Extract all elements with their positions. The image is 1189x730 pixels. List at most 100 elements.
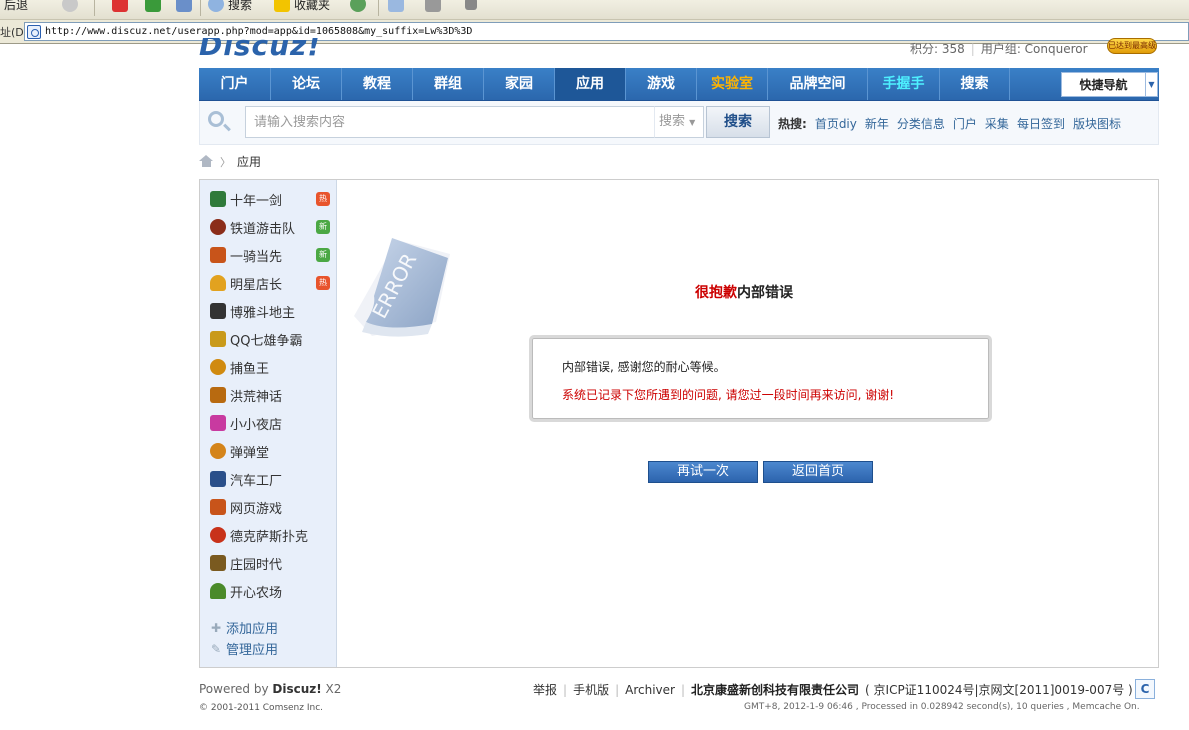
- error-title-apology: 很抱歉: [695, 285, 737, 301]
- history-icon: [350, 0, 366, 12]
- nav-item-tutorial[interactable]: 教程: [342, 68, 413, 100]
- error-title: 很抱歉内部错误: [695, 282, 793, 302]
- chevron-down-icon: ▼: [1145, 73, 1157, 96]
- nav-item-home[interactable]: 家园: [484, 68, 555, 100]
- hot-search-link[interactable]: 门户: [953, 115, 977, 132]
- search-icon: [208, 111, 231, 133]
- sidebar-app-item[interactable]: 洪荒神话: [210, 383, 330, 407]
- error-message-box: 内部错误, 感谢您的耐心等候。 系统已记录下您所遇到的问题, 请您过一段时间再来…: [529, 335, 992, 422]
- sidebar-app-item[interactable]: 十年一剑 热: [210, 187, 330, 211]
- search-toolbar-button[interactable]: 搜索: [208, 0, 252, 14]
- error-graphic-icon: ERROR: [354, 238, 450, 337]
- scroll-top-icon[interactable]: C: [1135, 679, 1155, 699]
- quick-nav-label: 快捷导航: [1079, 78, 1128, 92]
- edit-icon: [465, 0, 477, 10]
- myth-icon: [210, 387, 226, 403]
- manage-app-label: 管理应用: [226, 643, 279, 658]
- ie-page-icon: [27, 24, 41, 39]
- nav-item-games[interactable]: 游戏: [626, 68, 697, 100]
- site-logo[interactable]: Discuz!: [199, 38, 321, 62]
- nav-item-portal[interactable]: 门户: [199, 68, 271, 100]
- home-icon[interactable]: [199, 155, 214, 168]
- sidebar-app-item[interactable]: 开心农场: [210, 579, 330, 603]
- history-button[interactable]: [350, 0, 366, 14]
- breadcrumb-current[interactable]: 应用: [237, 153, 261, 170]
- sidebar-app-item[interactable]: 汽车工厂: [210, 467, 330, 491]
- sidebar-app-item[interactable]: 小小夜店: [210, 411, 330, 435]
- chevron-down-icon: ▼: [689, 118, 696, 127]
- report-link[interactable]: 举报: [533, 681, 557, 698]
- powered-brand-link[interactable]: Discuz!: [272, 682, 321, 696]
- search-input[interactable]: [245, 106, 655, 138]
- add-app-link[interactable]: ✚ 添加应用: [210, 618, 279, 638]
- home-icon: [176, 0, 192, 12]
- nav-item-group[interactable]: 群组: [413, 68, 484, 100]
- search-type-label: 搜索: [659, 114, 686, 129]
- hot-search-link[interactable]: 新年: [865, 115, 889, 132]
- manage-app-link[interactable]: ✎ 管理应用: [210, 639, 279, 659]
- user-info: 积分: 358 | 用户组: Conqueror: [910, 40, 1088, 57]
- back-button[interactable]: 后退: [4, 0, 28, 14]
- app-name: 庄园时代: [230, 557, 283, 573]
- nav-item-handinhand[interactable]: 手握手: [868, 68, 940, 100]
- app-name: 开心农场: [230, 585, 283, 601]
- sidebar-app-item[interactable]: 明星店长 热: [210, 271, 330, 295]
- sidebar-app-item[interactable]: 网页游戏: [210, 495, 330, 519]
- favorites-button[interactable]: 收藏夹: [274, 0, 330, 14]
- new-badge: 新: [316, 220, 330, 234]
- nav-item-apps[interactable]: 应用: [555, 68, 626, 100]
- sidebar-app-item[interactable]: 德克萨斯扑克: [210, 523, 330, 547]
- plane-icon: [210, 191, 226, 207]
- nightclub-icon: [210, 415, 226, 431]
- bag-icon: [210, 275, 226, 291]
- icp-license[interactable]: ( 京ICP证110024号|京网文[2011]0019-007号 ): [865, 681, 1133, 698]
- nav-item-forum[interactable]: 论坛: [271, 68, 342, 100]
- forward-button[interactable]: [62, 0, 78, 14]
- company-link[interactable]: 北京康盛新创科技有限责任公司: [691, 681, 859, 698]
- hot-searches-label: 热搜:: [778, 117, 807, 131]
- nav-item-brand-space[interactable]: 品牌空间: [768, 68, 868, 100]
- userinfo-divider: |: [970, 41, 975, 56]
- hot-search-link[interactable]: 版块图标: [1073, 115, 1121, 132]
- edit-button[interactable]: [465, 0, 477, 14]
- sidebar-app-item[interactable]: 铁道游击队 新: [210, 215, 330, 239]
- sidebar-app-item[interactable]: 捕鱼王: [210, 355, 330, 379]
- hot-search-link[interactable]: 首页diy: [815, 115, 857, 132]
- app-name: 铁道游击队: [230, 221, 296, 237]
- mobile-link[interactable]: 手机版: [573, 681, 609, 698]
- back-home-button[interactable]: 返回首页: [763, 461, 873, 483]
- sidebar-app-item[interactable]: 庄园时代: [210, 551, 330, 575]
- app-name: 一骑当先: [230, 249, 283, 265]
- sidebar-app-item[interactable]: QQ七雄争霸: [210, 327, 330, 351]
- hot-search-link[interactable]: 每日签到: [1017, 115, 1065, 132]
- footer-stats: GMT+8, 2012-1-9 06:46 , Processed in 0.0…: [744, 702, 1140, 712]
- browser-toolbar: 后退 搜索 收藏夹: [0, 0, 1189, 20]
- hot-search-link[interactable]: 采集: [985, 115, 1009, 132]
- sidebar-app-item[interactable]: 弹弹堂: [210, 439, 330, 463]
- toolbar-separator: [200, 0, 201, 16]
- footer-divider: |: [680, 682, 686, 697]
- home-button[interactable]: [176, 0, 192, 14]
- credits-link[interactable]: 积分: 358: [910, 40, 965, 57]
- usergroup-badge-icon: 已达到最高级: [1107, 38, 1157, 54]
- mail-button[interactable]: [388, 0, 404, 14]
- archiver-link[interactable]: Archiver: [625, 683, 675, 697]
- add-app-label: 添加应用: [226, 622, 279, 637]
- search-button[interactable]: 搜索: [706, 106, 770, 138]
- stop-button[interactable]: [112, 0, 128, 14]
- retry-button[interactable]: 再试一次: [648, 461, 758, 483]
- mail-icon: [388, 0, 404, 12]
- refresh-icon: [145, 0, 161, 12]
- app-name: 洪荒神话: [230, 389, 283, 405]
- nav-item-lab[interactable]: 实验室: [697, 68, 768, 100]
- print-button[interactable]: [425, 0, 441, 14]
- search-type-select[interactable]: 搜索 ▼: [654, 106, 704, 138]
- usergroup-link[interactable]: 用户组: Conqueror: [981, 40, 1088, 57]
- sidebar-app-item[interactable]: 博雅斗地主: [210, 299, 330, 323]
- nav-item-search[interactable]: 搜索: [940, 68, 1010, 100]
- hot-search-link[interactable]: 分类信息: [897, 115, 945, 132]
- refresh-button[interactable]: [145, 0, 161, 14]
- game-icon: [210, 499, 226, 515]
- sidebar-app-item[interactable]: 一骑当先 新: [210, 243, 330, 267]
- quick-nav-dropdown[interactable]: 快捷导航 ▼: [1061, 72, 1158, 97]
